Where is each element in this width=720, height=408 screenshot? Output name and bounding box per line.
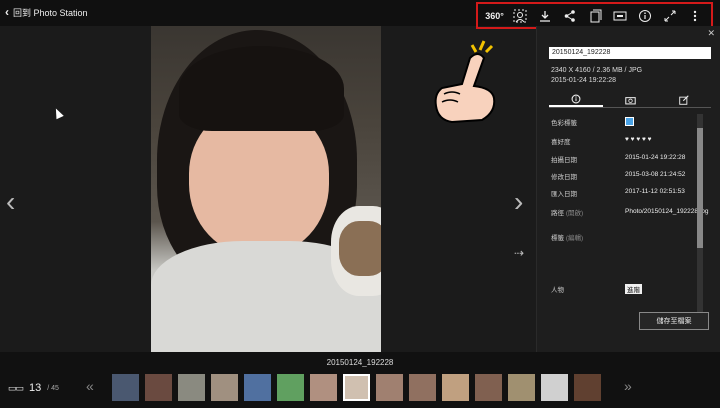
datetime-text: 2015-01-24 19:22:28 [551, 77, 616, 84]
fullscreen-icon[interactable] [660, 7, 680, 25]
share-icon[interactable] [560, 7, 580, 25]
filmstrip-thumbnail[interactable] [541, 374, 568, 401]
filmstrip-thumbnail[interactable] [574, 374, 601, 401]
dimensions-text: 2340 X 4160 / 2.36 MB / JPG [551, 67, 643, 74]
people-label: 人物 [551, 287, 564, 294]
filmstrip-thumbnail[interactable] [442, 374, 469, 401]
modified-date-value: 2015-03-08 21:24:52 [625, 171, 686, 178]
taken-date-label: 拍攝日期 [551, 157, 577, 164]
tab-camera[interactable] [603, 92, 657, 107]
filmstrip-next-icon[interactable]: » [624, 378, 632, 394]
current-index: 13 [29, 382, 42, 394]
filmstrip-thumbnail[interactable] [112, 374, 139, 401]
chevron-left-icon: ‹ [5, 5, 9, 19]
camera-icon [624, 96, 636, 104]
filmstrip-thumbnail[interactable] [277, 374, 304, 401]
rating-label: 喜好度 [551, 139, 571, 146]
tab-info[interactable] [549, 92, 603, 107]
rating-hearts[interactable]: ♥ ♥ ♥ ♥ ♥ [625, 136, 652, 143]
filmstrip-thumbnail[interactable] [376, 374, 403, 401]
tags-label: 標籤 (編輯) [551, 235, 584, 242]
filmstrip: 20150124_192228 ▭▭ 13 / 45 « » [0, 352, 720, 408]
open-path-link[interactable]: (開啟) [566, 210, 583, 217]
download-icon[interactable] [535, 7, 555, 25]
pointing-hand-icon [434, 40, 496, 124]
next-photo-arrow[interactable]: › [514, 186, 523, 218]
filmstrip-title: 20150124_192228 [326, 358, 394, 367]
info-panel: ✕ 20150124_192228 2340 X 4160 / 2.36 MB … [536, 26, 720, 352]
filmstrip-thumbnail[interactable] [211, 374, 238, 401]
main-photo [151, 26, 381, 352]
info-icon[interactable] [635, 7, 655, 25]
filmstrip-thumbnail[interactable] [343, 374, 370, 401]
filename-input[interactable]: 20150124_192228 [549, 47, 711, 59]
filmstrip-prev-icon[interactable]: « [86, 378, 94, 394]
save-to-file-button[interactable]: 儲存至檔案 [639, 312, 709, 330]
mouse-cursor-icon [52, 106, 64, 120]
photo-counter: ▭▭ 13 / 45 [8, 382, 59, 394]
back-label: 回到 Photo Station [13, 7, 88, 18]
total-count: / 45 [47, 384, 59, 392]
slideshow-icon[interactable] [610, 7, 630, 25]
filmstrip-thumbnail[interactable] [244, 374, 271, 401]
face-icon[interactable] [510, 7, 530, 25]
close-icon[interactable]: ✕ [707, 28, 715, 39]
color-label-swatch[interactable] [625, 117, 634, 126]
modified-date-label: 修改日期 [551, 174, 577, 181]
thumbnail-list [112, 374, 601, 401]
info-icon [571, 94, 581, 103]
more-icon[interactable] [685, 7, 705, 25]
taken-date-value: 2015-01-24 19:22:28 [625, 154, 686, 161]
grid-view-icon[interactable]: ▭▭ [8, 383, 24, 394]
back-to-photo-station-link[interactable]: ‹ 回到 Photo Station [5, 5, 88, 19]
filmstrip-thumbnail[interactable] [178, 374, 205, 401]
toolbar: 360° [476, 2, 713, 29]
color-label-label: 色彩標籤 [551, 120, 577, 127]
import-date-value: 2017-11-12 02:51:53 [625, 188, 685, 195]
360-view-icon[interactable]: 360° [485, 7, 505, 25]
filmstrip-thumbnail[interactable] [310, 374, 337, 401]
edit-icon [679, 94, 689, 105]
path-label: 路徑 (開啟) [551, 210, 584, 217]
previous-photo-arrow[interactable]: ‹ [6, 186, 15, 218]
filmstrip-thumbnail[interactable] [508, 374, 535, 401]
copy-icon[interactable] [585, 7, 605, 25]
filmstrip-thumbnail[interactable] [409, 374, 436, 401]
expand-panel-icon[interactable]: ⇢ [514, 246, 524, 260]
import-date-label: 匯入日期 [551, 191, 577, 198]
path-value: Photo/20150124_192228.jpg [625, 208, 709, 215]
people-tag-badge[interactable]: 進階 [625, 284, 642, 294]
panel-tabs [549, 92, 711, 108]
panel-scrollbar[interactable] [697, 114, 703, 314]
tab-edit[interactable] [657, 92, 711, 107]
filmstrip-thumbnail[interactable] [475, 374, 502, 401]
edit-tags-link[interactable]: (編輯) [566, 235, 583, 242]
filmstrip-thumbnail[interactable] [145, 374, 172, 401]
